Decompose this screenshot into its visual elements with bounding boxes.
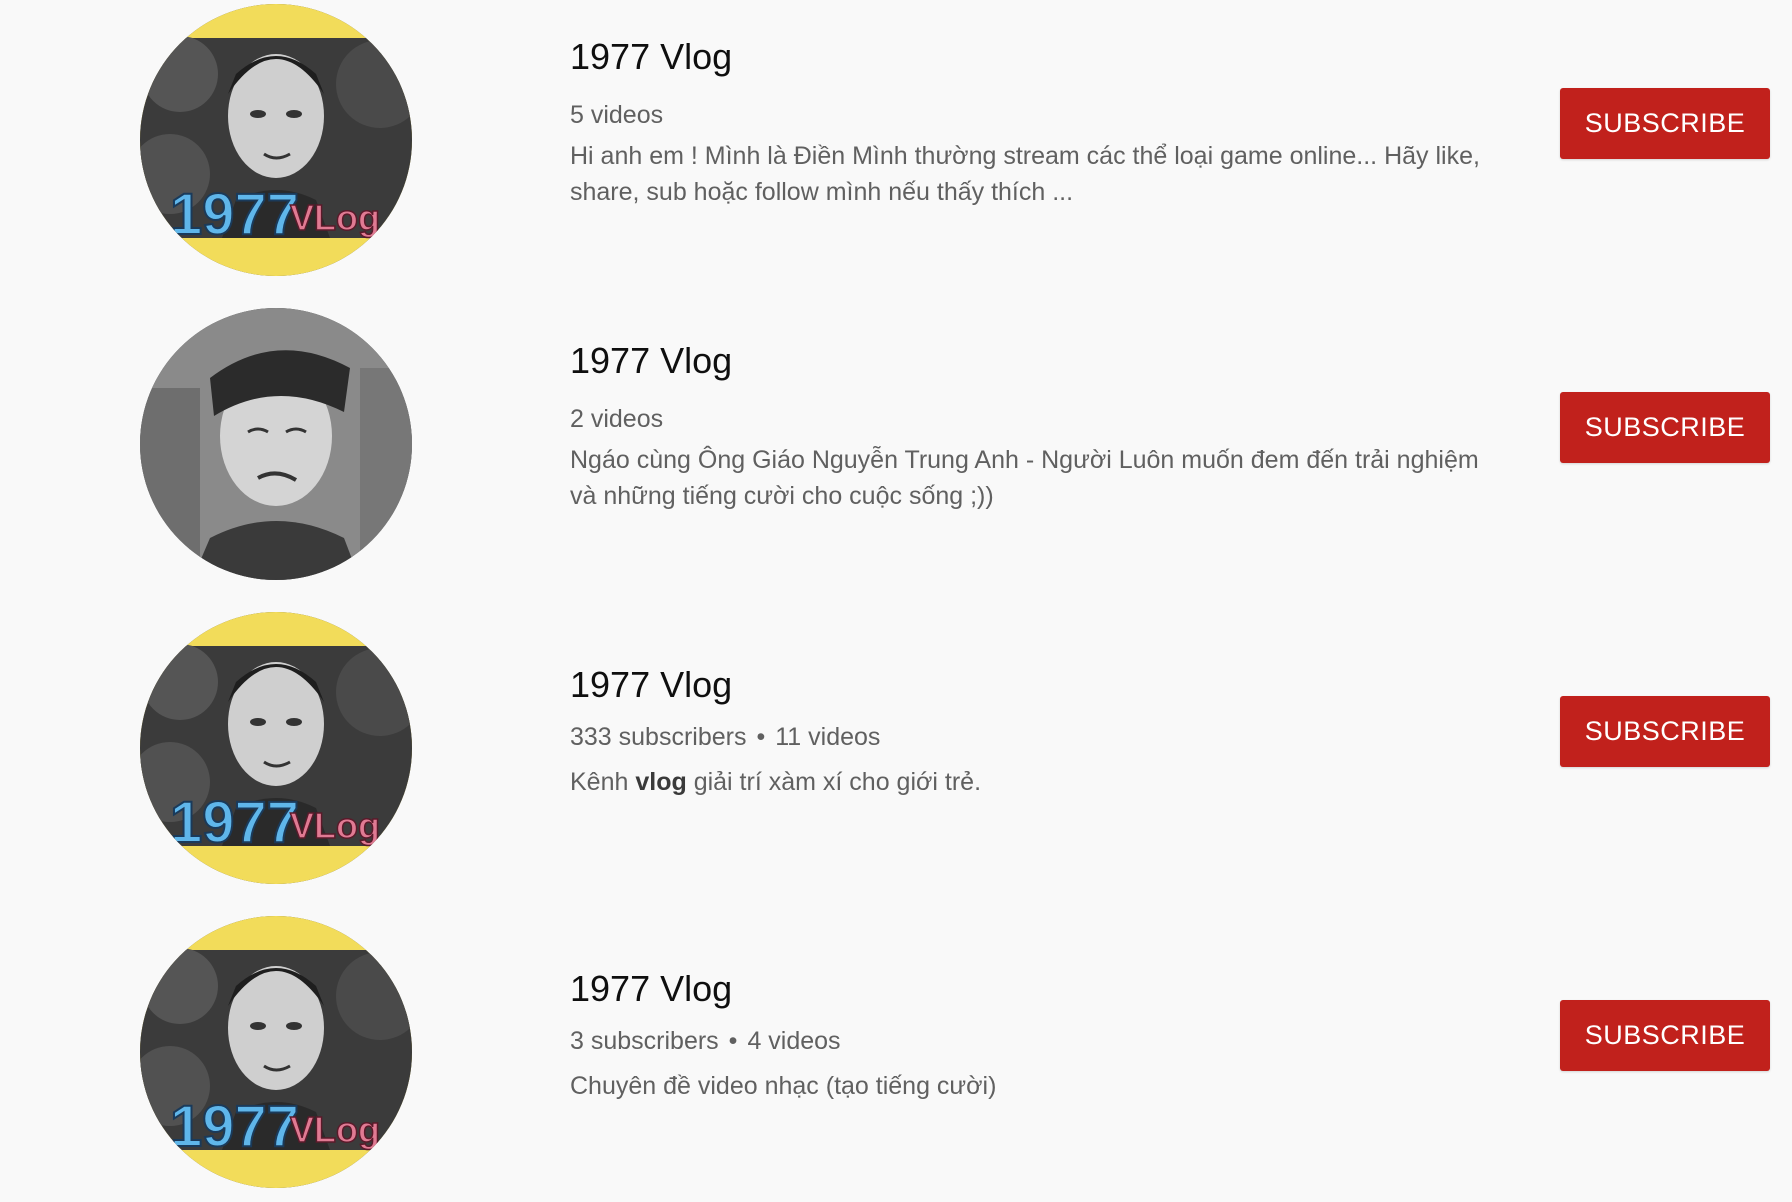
video-count: 11 videos bbox=[775, 723, 881, 751]
channel-title[interactable]: 1977 Vlog bbox=[570, 34, 732, 80]
video-count: 5 videos bbox=[570, 101, 664, 129]
description-text: giải trí xàm xí cho giới trẻ. bbox=[686, 768, 982, 796]
description-text: Kênh bbox=[570, 768, 636, 796]
avatar-logo-vlog: VLog bbox=[290, 197, 380, 238]
channel-avatar-photo[interactable] bbox=[140, 308, 412, 580]
meta-separator: • bbox=[728, 1027, 738, 1055]
meta-separator: • bbox=[756, 723, 766, 751]
subscriber-count: 3 subscribers bbox=[570, 1027, 719, 1055]
channel-title[interactable]: 1977 Vlog bbox=[570, 662, 732, 708]
subscribe-button[interactable]: SUBSCRIBE bbox=[1560, 88, 1770, 159]
channel-description: Chuyên đề video nhạc (tạo tiếng cười) bbox=[570, 1072, 997, 1100]
avatar-logo-image: 1977 VLog bbox=[140, 612, 412, 884]
avatar-logo-vlog: VLog bbox=[290, 805, 380, 846]
avatar-logo-image: 1977 VLog bbox=[140, 916, 412, 1188]
video-count: 2 videos bbox=[570, 405, 664, 433]
channel-meta: 5 videos bbox=[570, 98, 663, 132]
subscribe-button[interactable]: SUBSCRIBE bbox=[1560, 392, 1770, 463]
channel-title[interactable]: 1977 Vlog bbox=[570, 338, 732, 384]
channel-avatar-logo[interactable]: 1977 VLog bbox=[140, 4, 412, 276]
video-count: 4 videos bbox=[747, 1027, 841, 1055]
channel-result-3[interactable]: 1977 VLog 1977 Vlog 333 subscribers • 11 v… bbox=[0, 608, 1792, 898]
channel-meta: 3 subscribers • 4 videos bbox=[570, 1024, 841, 1058]
subscribe-button[interactable]: SUBSCRIBE bbox=[1560, 1000, 1770, 1071]
avatar-logo-number: 1977 bbox=[170, 790, 299, 855]
description-highlight: vlog bbox=[635, 768, 687, 796]
channel-title[interactable]: 1977 Vlog bbox=[570, 966, 732, 1012]
channel-description: Kênh vlog giải trí xàm xí cho giới trẻ. bbox=[570, 764, 1510, 800]
avatar-logo-image: 1977 VLog bbox=[140, 4, 412, 276]
avatar-logo-number: 1977 bbox=[170, 1094, 299, 1159]
channel-result-1[interactable]: 1977 VLog 1977 Vlog 5 videos Hi anh em !… bbox=[0, 0, 1792, 290]
channel-description: Ngáo cùng Ông Giáo Nguyễn Trung Anh - Ng… bbox=[570, 446, 1479, 510]
subscriber-count: 333 subscribers bbox=[570, 723, 747, 751]
channel-results-list: 1977 VLog 1977 Vlog 5 videos Hi anh em !… bbox=[0, 0, 1792, 1194]
avatar-logo-vlog: VLog bbox=[290, 1109, 380, 1150]
channel-description: Hi anh em ! Mình là Điền Mình thường str… bbox=[570, 142, 1480, 206]
avatar-logo-number: 1977 bbox=[170, 182, 299, 247]
channel-avatar-logo[interactable]: 1977 VLog bbox=[140, 612, 412, 884]
avatar-photo-image bbox=[140, 308, 412, 580]
channel-avatar-logo[interactable]: 1977 VLog bbox=[140, 916, 412, 1188]
channel-result-2[interactable]: 1977 Vlog 2 videos Ngáo cùng Ông Giáo Ng… bbox=[0, 304, 1792, 594]
channel-meta: 2 videos bbox=[570, 402, 663, 436]
subscribe-button[interactable]: SUBSCRIBE bbox=[1560, 696, 1770, 767]
channel-result-4[interactable]: 1977 VLog 1977 Vlog 3 subscribers • 4 vide… bbox=[0, 912, 1792, 1202]
channel-meta: 333 subscribers • 11 videos bbox=[570, 720, 880, 754]
